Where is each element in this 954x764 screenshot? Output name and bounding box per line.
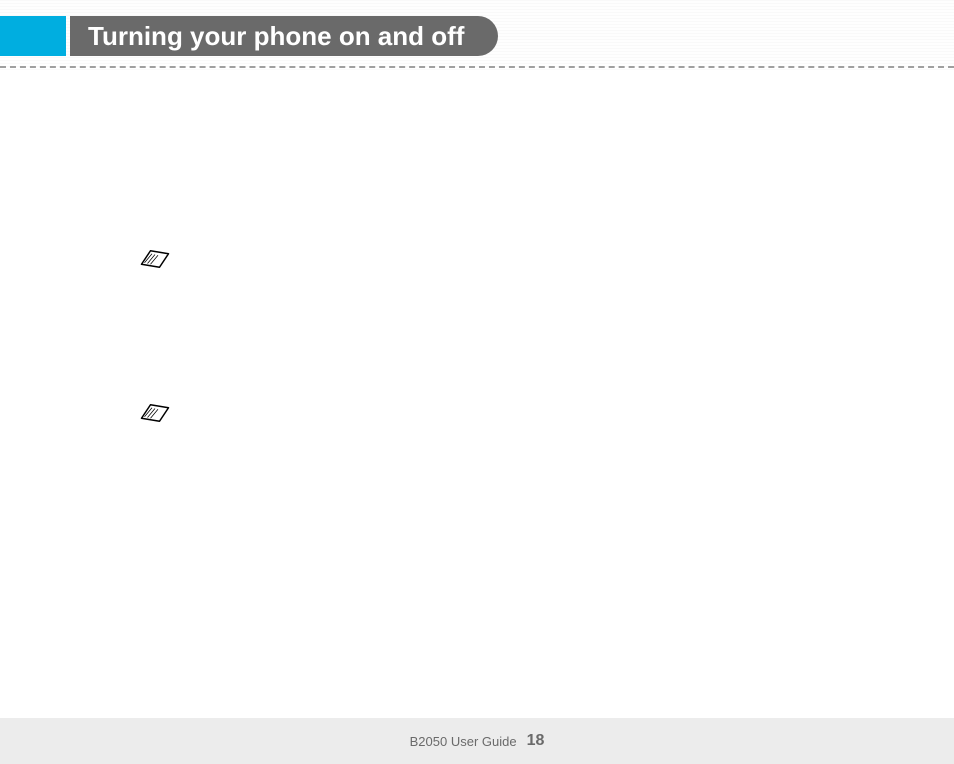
footer-page-number: 18 [527,732,545,750]
accent-block [0,16,66,56]
footer-guide-label: B2050 User Guide [410,734,517,749]
title-pill: Turning your phone on and off [70,16,498,56]
document-page: Turning your phone on and off B2050 User… [0,0,954,764]
divider-dashed [0,66,954,68]
page-title: Turning your phone on and off [88,21,464,52]
note-icon [140,403,170,423]
page-footer: B2050 User Guide 18 [0,718,954,764]
note-icon [140,249,170,269]
page-header: Turning your phone on and off [0,16,954,56]
